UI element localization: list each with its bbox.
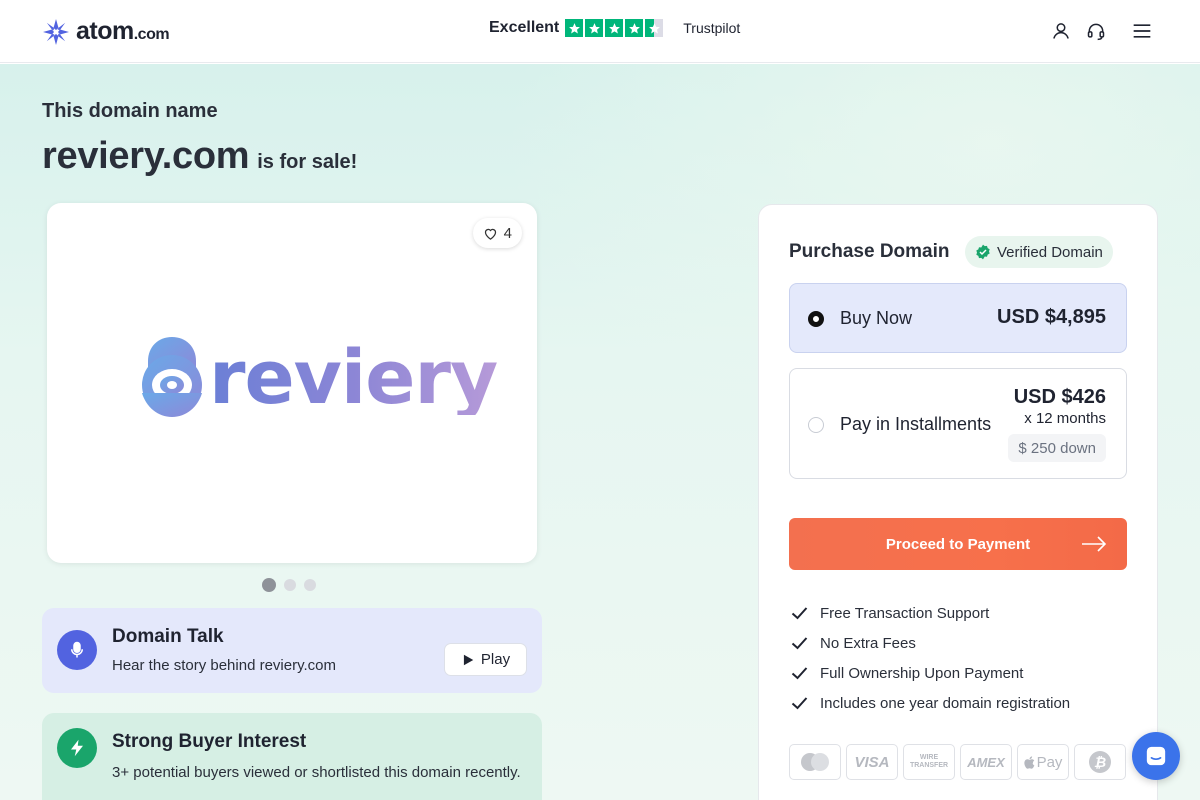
verified-label: Verified Domain (997, 243, 1103, 261)
buyer-interest-subtitle: 3+ potential buyers viewed or shortliste… (112, 764, 521, 781)
page-subtitle: This domain name (42, 100, 218, 122)
verified-check-icon (976, 244, 990, 260)
domain-talk-subtitle: Hear the story behind reviery.com (112, 657, 336, 674)
lightning-icon (57, 728, 97, 768)
check-icon (791, 637, 808, 650)
visa-label: VISA (854, 753, 890, 771)
mastercard-icon (789, 744, 841, 780)
site-logo[interactable]: atom.com (42, 17, 170, 46)
feature-item: No Extra Fees (791, 628, 1070, 658)
buy-now-label: Buy Now (840, 308, 913, 328)
trustpilot-brand: Trustpilot (683, 20, 741, 36)
microphone-icon (57, 630, 97, 670)
feature-item: Includes one year domain registration (791, 688, 1070, 718)
headset-icon[interactable] (1085, 20, 1107, 42)
proceed-to-payment-button[interactable]: Proceed to Payment (789, 518, 1127, 570)
check-icon (791, 697, 808, 710)
domain-heading: reviery.com is for sale! (42, 135, 357, 178)
trust-rating-label: Excellent (489, 19, 560, 36)
carousel-dot[interactable] (284, 579, 296, 591)
installments-price: USD $426 (1013, 386, 1106, 408)
arrow-right-icon (1082, 536, 1107, 552)
bitcoin-icon: ₿ (1074, 744, 1126, 780)
play-icon (463, 654, 474, 665)
payment-methods: VISA WIRE TRANSFER AMEX Pay ₿ (789, 744, 1126, 780)
domain-talk-card: Domain Talk Hear the story behind revier… (42, 608, 542, 693)
logo-wordmark: atom.com (76, 17, 170, 45)
apple-pay-icon: Pay (1017, 744, 1069, 780)
menu-icon[interactable] (1131, 20, 1153, 42)
feature-label: Full Ownership Upon Payment (820, 664, 1024, 682)
purchase-title: Purchase Domain (789, 241, 950, 262)
buy-now-price: USD $4,895 (997, 306, 1106, 328)
carousel-dot[interactable] (262, 578, 276, 592)
feature-list: Free Transaction Support No Extra Fees F… (791, 598, 1070, 718)
wire-transfer-label: WIRE TRANSFER (909, 754, 949, 769)
feature-item: Full Ownership Upon Payment (791, 658, 1070, 688)
installments-down-payment: $ 250 down (1008, 434, 1106, 462)
visa-icon: VISA (846, 744, 898, 780)
check-icon (791, 667, 808, 680)
play-button[interactable]: Play (444, 643, 527, 676)
site-header: atom.com Excellent Trustpilot (0, 0, 1200, 63)
trustpilot-rating[interactable]: Excellent Trustpilot (489, 19, 740, 37)
play-label: Play (480, 651, 511, 668)
reviery-brand-text: reviery (209, 335, 498, 421)
reviery-brand-logo: reviery (139, 333, 498, 423)
domain-talk-title: Domain Talk (112, 626, 224, 647)
svg-text:₿: ₿ (1094, 755, 1106, 771)
star-icon (625, 19, 644, 37)
proceed-label: Proceed to Payment (885, 535, 1031, 553)
half-star-icon (645, 19, 664, 37)
carousel-dots (262, 578, 316, 592)
installments-option[interactable]: Pay in Installments USD $426 x 12 months… (789, 368, 1127, 479)
verified-domain-badge: Verified Domain (965, 236, 1113, 268)
domain-logo-preview: 4 reviery (47, 203, 537, 563)
amex-label: AMEX (967, 754, 1005, 770)
trustpilot-stars (565, 19, 664, 37)
buyer-interest-card: Strong Buyer Interest 3+ potential buyer… (42, 713, 542, 800)
reviery-logo-mark-icon (142, 337, 202, 417)
wire-transfer-icon: WIRE TRANSFER (903, 744, 955, 780)
installments-label: Pay in Installments (840, 414, 992, 434)
chat-launcher-button[interactable] (1132, 732, 1180, 780)
feature-item: Free Transaction Support (791, 598, 1070, 628)
installments-radio[interactable] (808, 417, 824, 433)
installments-months: x 12 months (1024, 410, 1106, 427)
like-button[interactable]: 4 (472, 218, 522, 248)
star-icon (565, 19, 584, 37)
star-icon (605, 19, 624, 37)
carousel-dot[interactable] (304, 579, 316, 591)
for-sale-label: is for sale! (257, 151, 358, 173)
heart-icon (484, 228, 496, 240)
chat-icon (1146, 746, 1166, 766)
feature-label: No Extra Fees (820, 634, 916, 652)
buyer-interest-title: Strong Buyer Interest (112, 731, 307, 752)
buy-now-radio[interactable] (808, 311, 824, 327)
feature-label: Free Transaction Support (820, 604, 990, 622)
star-icon (585, 19, 604, 37)
buy-now-option[interactable]: Buy Now USD $4,895 (789, 283, 1127, 353)
purchase-panel: Purchase Domain Verified Domain Buy Now … (758, 204, 1158, 800)
user-icon[interactable] (1050, 20, 1072, 42)
atom-logo-icon (43, 18, 69, 45)
apple-pay-label: Pay (1036, 753, 1063, 771)
domain-name: reviery.com (42, 135, 250, 177)
amex-icon: AMEX (960, 744, 1012, 780)
check-icon (791, 607, 808, 620)
like-count: 4 (503, 224, 512, 242)
feature-label: Includes one year domain registration (820, 694, 1071, 712)
